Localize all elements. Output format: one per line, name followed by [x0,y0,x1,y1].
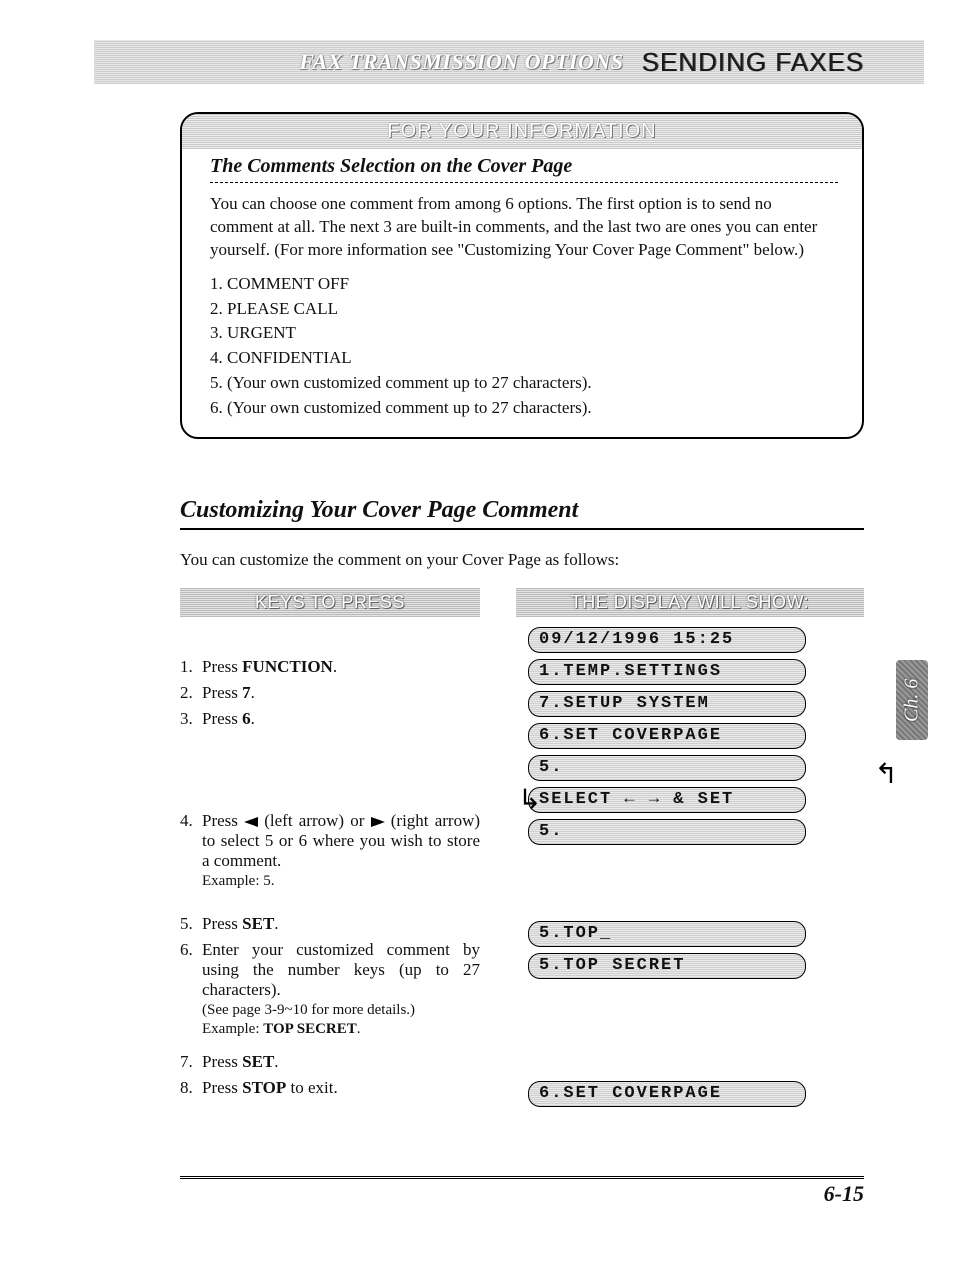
step-text: Press [202,914,242,933]
step-number: 3. [180,709,202,729]
display-will-show-heading: THE DISPLAY WILL SHOW: [516,588,864,617]
step-number: 4. [180,811,202,890]
loop-bracket-icon: ↰ [875,757,898,790]
step-text: Press [202,683,242,702]
step-3: 3. Press 6. [180,709,480,729]
list-item: 6. (Your own customized comment up to 27… [210,396,838,420]
step-text: Press [202,1052,242,1071]
step-bold: SET [242,1052,274,1071]
step-example: Example: [202,1021,263,1037]
step-number: 2. [180,683,202,703]
step-example-bold: TOP SECRET [263,1021,357,1037]
footer-rule [180,1173,864,1179]
step-8: 8. Press STOP to exit. [180,1078,480,1098]
fyi-subtitle: The Comments Selection on the Cover Page [210,155,838,183]
list-item: 2. PLEASE CALL [210,297,838,321]
page-header-band: FAX TRANSMISSION OPTIONS SENDING FAXES [94,40,924,84]
fyi-banner: FOR YOUR INFORMATION [182,114,862,149]
fyi-options-list: 1. COMMENT OFF 2. PLEASE CALL 3. URGENT … [210,272,838,420]
step-number: 1. [180,657,202,677]
step-bold: 6 [242,709,251,728]
header-subtitle: FAX TRANSMISSION OPTIONS [299,49,623,75]
step-text: Press [202,811,244,830]
step-number: 5. [180,914,202,934]
step-note: (See page 3-9~10 for more details.) [202,1002,480,1019]
lcd-display: 5.TOP_ [528,921,806,947]
step-text: . [251,709,255,728]
list-item: 1. COMMENT OFF [210,272,838,296]
step-4: 4. Press (left arrow) or (right arrow) t… [180,811,480,890]
step-1: 1. Press FUNCTION. [180,657,480,677]
step-text: . [333,657,337,676]
step-number: 8. [180,1078,202,1098]
left-arrow-icon [244,817,258,827]
step-6: 6. Enter your customized comment by usin… [180,940,480,1038]
chapter-tab: Ch. 6 [896,660,928,740]
loop-bracket-icon: ↳ [518,783,541,816]
step-bold: 7 [242,683,251,702]
step-number: 7. [180,1052,202,1072]
step-example: . [357,1021,361,1037]
lcd-display: 5. [528,819,806,845]
step-text: Press [202,1078,242,1097]
fyi-box: FOR YOUR INFORMATION The Comments Select… [180,112,864,439]
step-text: to exit. [286,1078,337,1097]
step-bold: STOP [242,1078,286,1097]
fyi-paragraph: You can choose one comment from among 6 … [210,193,838,262]
lcd-display: 1.TEMP.SETTINGS [528,659,806,685]
step-example: Example: 5. [202,873,480,890]
step-bold: FUNCTION [242,657,333,676]
lcd-display: 5. [528,755,806,781]
section-heading: Customizing Your Cover Page Comment [180,497,864,530]
step-text: (left arrow) or [258,811,371,830]
step-text: . [274,1052,278,1071]
lcd-display: 5.TOP SECRET [528,953,806,979]
step-2: 2. Press 7. [180,683,480,703]
step-text: . [274,914,278,933]
step-text: Press [202,709,242,728]
step-number: 6. [180,940,202,1038]
list-item: 5. (Your own customized comment up to 27… [210,371,838,395]
right-arrow-icon [371,817,385,827]
page-number: 6-15 [180,1181,864,1207]
list-item: 3. URGENT [210,321,838,345]
step-text: Enter your customized comment by using t… [202,940,480,999]
lcd-display: SELECT ← → & SET [528,787,806,813]
header-title: SENDING FAXES [642,47,865,78]
lcd-display: 09/12/1996 15:25 [528,627,806,653]
lcd-display: 6.SET COVERPAGE [528,723,806,749]
list-item: 4. CONFIDENTIAL [210,346,838,370]
step-bold: SET [242,914,274,933]
step-text: . [251,683,255,702]
step-text: Press [202,657,242,676]
keys-to-press-heading: KEYS TO PRESS [180,588,480,617]
step-5: 5. Press SET. [180,914,480,934]
step-7: 7. Press SET. [180,1052,480,1072]
lcd-display: 6.SET COVERPAGE [528,1081,806,1107]
section-intro: You can customize the comment on your Co… [180,550,864,570]
lcd-display: 7.SETUP SYSTEM [528,691,806,717]
